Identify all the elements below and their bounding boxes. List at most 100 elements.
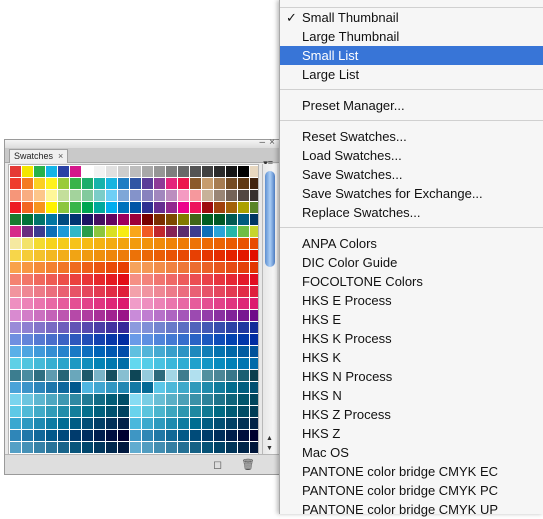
swatch[interactable] (130, 226, 141, 237)
swatch[interactable] (238, 166, 249, 177)
swatch[interactable] (238, 238, 249, 249)
vertical-scrollbar[interactable]: ▲ ▼ (262, 164, 277, 455)
swatch[interactable] (202, 406, 213, 417)
swatch[interactable] (154, 310, 165, 321)
menu-item-save-swatches-exchange[interactable]: Save Swatches for Exchange... (280, 184, 543, 203)
swatch[interactable] (226, 274, 237, 285)
new-swatch-icon[interactable]: ◻ (213, 458, 222, 471)
swatch[interactable] (22, 310, 33, 321)
swatch[interactable] (34, 166, 45, 177)
swatch[interactable] (10, 334, 21, 345)
swatch[interactable] (142, 418, 153, 429)
swatch[interactable] (94, 406, 105, 417)
swatch[interactable] (34, 322, 45, 333)
swatch[interactable] (166, 406, 177, 417)
swatch[interactable] (46, 322, 57, 333)
menu-item-hks-z-process[interactable]: HKS Z Process (280, 405, 543, 424)
swatch[interactable] (94, 346, 105, 357)
swatch[interactable] (238, 334, 249, 345)
swatch[interactable] (82, 238, 93, 249)
swatch[interactable] (166, 394, 177, 405)
swatch[interactable] (214, 262, 225, 273)
swatch[interactable] (226, 322, 237, 333)
swatch[interactable] (82, 334, 93, 345)
swatch[interactable] (82, 178, 93, 189)
scroll-down-arrow-icon[interactable]: ▼ (266, 445, 273, 452)
swatch[interactable] (238, 286, 249, 297)
swatch[interactable] (142, 358, 153, 369)
swatch[interactable] (46, 226, 57, 237)
swatch[interactable] (154, 166, 165, 177)
swatch[interactable] (178, 430, 189, 441)
swatch[interactable] (238, 190, 249, 201)
swatch[interactable] (34, 298, 45, 309)
swatch[interactable] (34, 178, 45, 189)
swatch[interactable] (166, 370, 177, 381)
swatch[interactable] (10, 214, 21, 225)
swatch[interactable] (58, 190, 69, 201)
swatch[interactable] (118, 442, 129, 453)
swatch[interactable] (118, 430, 129, 441)
swatch[interactable] (154, 394, 165, 405)
swatch[interactable] (214, 286, 225, 297)
menu-item-hks-e[interactable]: HKS E (280, 310, 543, 329)
swatch[interactable] (202, 202, 213, 213)
swatch[interactable] (118, 226, 129, 237)
swatch[interactable] (10, 166, 21, 177)
swatch[interactable] (154, 214, 165, 225)
swatch[interactable] (142, 262, 153, 273)
swatch[interactable] (46, 442, 57, 453)
swatch[interactable] (250, 238, 258, 249)
swatch[interactable] (178, 238, 189, 249)
swatch[interactable] (238, 442, 249, 453)
swatch[interactable] (130, 394, 141, 405)
swatch[interactable] (10, 286, 21, 297)
swatch[interactable] (130, 346, 141, 357)
swatch[interactable] (118, 298, 129, 309)
swatch[interactable] (130, 310, 141, 321)
swatch[interactable] (130, 262, 141, 273)
swatch[interactable] (130, 214, 141, 225)
swatch[interactable] (58, 394, 69, 405)
swatch[interactable] (154, 274, 165, 285)
swatch[interactable] (58, 370, 69, 381)
swatch[interactable] (34, 262, 45, 273)
menu-item-hks-z[interactable]: HKS Z (280, 424, 543, 443)
swatch[interactable] (142, 298, 153, 309)
swatch[interactable] (142, 394, 153, 405)
swatch[interactable] (118, 262, 129, 273)
swatch[interactable] (202, 358, 213, 369)
swatch[interactable] (250, 370, 258, 381)
swatch[interactable] (82, 358, 93, 369)
swatch[interactable] (106, 190, 117, 201)
swatch[interactable] (214, 394, 225, 405)
swatch[interactable] (106, 298, 117, 309)
swatch[interactable] (94, 286, 105, 297)
swatch[interactable] (130, 442, 141, 453)
swatch[interactable] (58, 286, 69, 297)
swatch[interactable] (178, 190, 189, 201)
swatch[interactable] (250, 178, 258, 189)
swatch[interactable] (10, 298, 21, 309)
swatch[interactable] (130, 274, 141, 285)
menu-item-hks-n-process[interactable]: HKS N Process (280, 367, 543, 386)
swatch[interactable] (226, 394, 237, 405)
swatch[interactable] (226, 262, 237, 273)
swatch[interactable] (22, 346, 33, 357)
swatch[interactable] (118, 394, 129, 405)
swatch[interactable] (238, 298, 249, 309)
swatch[interactable] (130, 202, 141, 213)
swatch[interactable] (70, 178, 81, 189)
swatch[interactable] (178, 346, 189, 357)
swatch[interactable] (34, 214, 45, 225)
swatch[interactable] (58, 430, 69, 441)
swatch[interactable] (238, 358, 249, 369)
swatch[interactable] (22, 190, 33, 201)
swatch[interactable] (190, 442, 201, 453)
swatch[interactable] (10, 346, 21, 357)
swatch[interactable] (190, 166, 201, 177)
swatch[interactable] (166, 274, 177, 285)
swatch[interactable] (46, 274, 57, 285)
swatch[interactable] (94, 394, 105, 405)
swatch[interactable] (10, 274, 21, 285)
